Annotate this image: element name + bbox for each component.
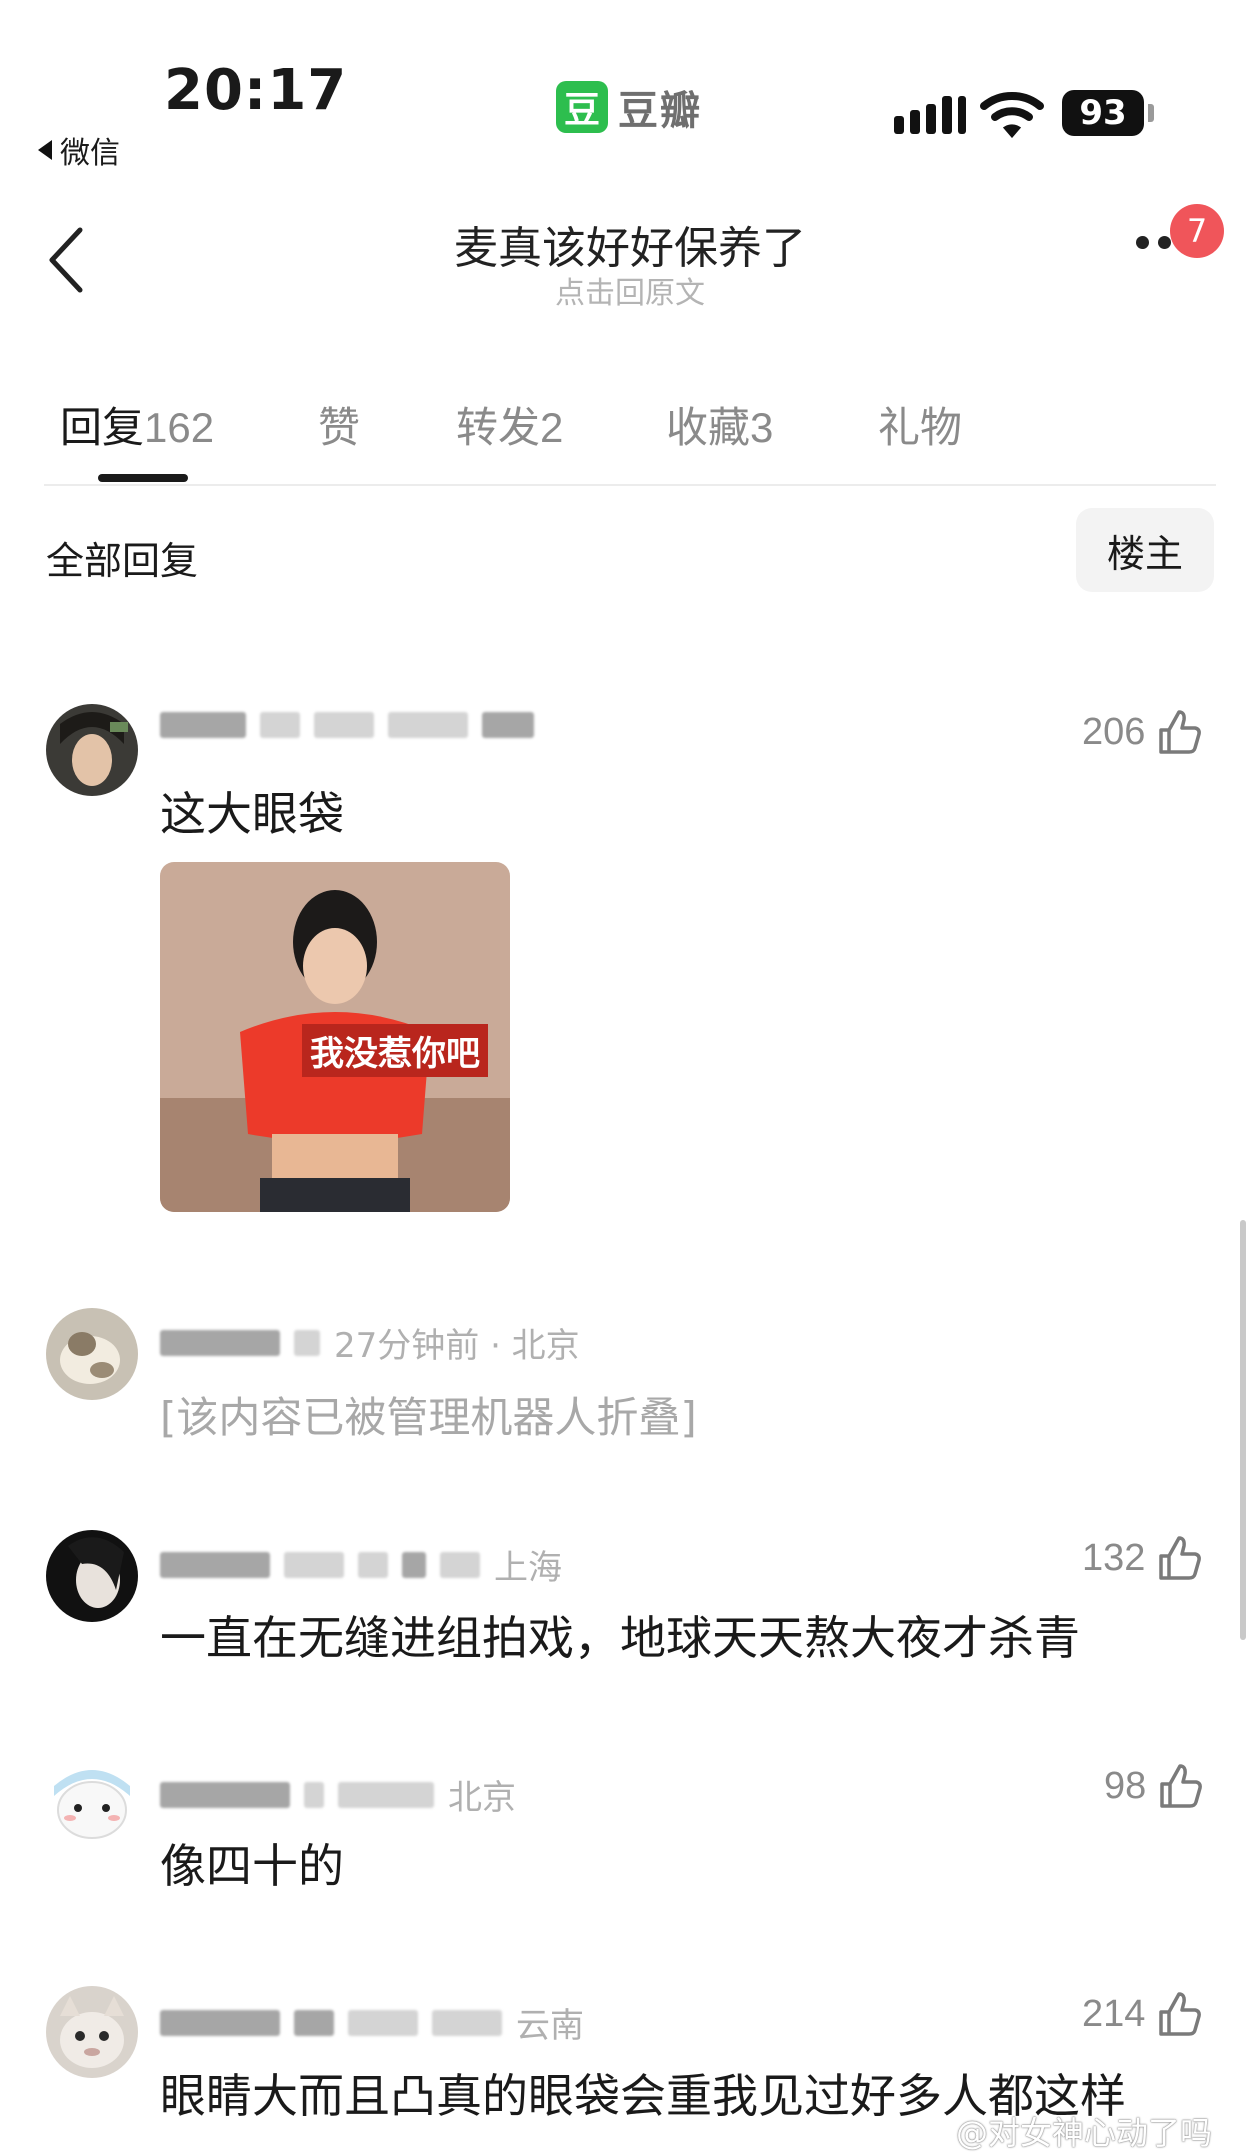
- comment-time-location: 27分钟前 · 北京: [334, 1326, 580, 1366]
- tab-divider: [44, 484, 1216, 486]
- wifi-icon: [980, 92, 1044, 138]
- comment-image[interactable]: 我没惹你吧: [160, 862, 510, 1212]
- comment-location: 上海: [494, 1548, 562, 1588]
- scrollbar[interactable]: [1240, 1220, 1246, 1640]
- comment-meta: [160, 712, 534, 738]
- thumb-up-icon: [1160, 1764, 1203, 1808]
- comment-meta: 北京: [160, 1770, 516, 1819]
- tab-count: 3: [750, 404, 774, 451]
- active-tab-indicator: [98, 474, 188, 482]
- tab-label: 礼物: [878, 403, 963, 452]
- like-count: 98: [1104, 1764, 1147, 1807]
- signal-icon: [894, 96, 966, 134]
- post-title[interactable]: 麦真该好好保养了: [0, 212, 1260, 276]
- avatar[interactable]: [46, 1530, 138, 1622]
- tab-label: 收藏: [666, 403, 751, 452]
- comment-location: 云南: [516, 2006, 584, 2046]
- tab-label: 回复: [60, 403, 145, 452]
- owner-only-button[interactable]: 楼主: [1076, 508, 1214, 592]
- like-count: 214: [1082, 1992, 1146, 2035]
- avatar[interactable]: [46, 1308, 138, 1400]
- avatar[interactable]: [46, 1756, 138, 1848]
- app-name: 豆瓣: [618, 88, 702, 134]
- back-to-app-link[interactable]: 微信: [38, 128, 120, 172]
- comment-body: 这大眼袋: [160, 787, 344, 841]
- tab-count: 162: [144, 404, 215, 451]
- notification-badge: 7: [1170, 204, 1224, 258]
- comment-body: 像四十的: [160, 1839, 344, 1893]
- tab-count: 2: [540, 404, 564, 451]
- battery-tip: [1148, 104, 1154, 122]
- like-button[interactable]: 206: [1082, 708, 1203, 756]
- comment-location: 北京: [448, 1778, 516, 1818]
- like-button[interactable]: 214: [1082, 1990, 1203, 2038]
- tab-label: 赞: [318, 403, 361, 452]
- comment-meta: 云南: [160, 1998, 584, 2047]
- all-replies-label[interactable]: 全部回复: [46, 530, 198, 585]
- douban-logo-icon: 豆: [556, 81, 608, 133]
- avatar[interactable]: [46, 1986, 138, 2078]
- comment-body: 一直在无缝进组拍戏，地球天天熬大夜才杀青: [160, 1611, 1080, 1665]
- tab-likes[interactable]: 赞: [318, 394, 360, 455]
- back-to-original-link[interactable]: 点击回原文: [0, 268, 1260, 312]
- battery-icon: 93: [1062, 90, 1144, 136]
- back-triangle-icon: [38, 140, 52, 160]
- comment-meta: 上海: [160, 1540, 562, 1589]
- watermark: @对女神心动了吗: [956, 2114, 1213, 2152]
- thumb-up-icon: [1159, 1992, 1202, 2036]
- thumb-up-icon: [1159, 1536, 1202, 1580]
- comment-meta: 27分钟前 · 北京: [160, 1318, 580, 1367]
- tab-reposts[interactable]: 转发2: [456, 394, 563, 455]
- like-count: 132: [1082, 1536, 1146, 1579]
- back-app-label: 微信: [60, 136, 120, 171]
- folded-comment[interactable]: [该内容已被管理机器人折叠]: [160, 1384, 697, 1445]
- tab-replies[interactable]: 回复162: [60, 394, 214, 455]
- tab-gifts[interactable]: 礼物: [878, 394, 962, 455]
- like-button[interactable]: 98: [1104, 1762, 1204, 1810]
- like-button[interactable]: 132: [1082, 1534, 1203, 1582]
- app-badge: 豆 豆瓣: [556, 78, 702, 136]
- tab-collections[interactable]: 收藏3: [666, 394, 773, 455]
- status-time: 20:17: [164, 58, 348, 123]
- tab-label: 转发: [456, 403, 541, 452]
- like-count: 206: [1082, 710, 1146, 753]
- thumb-up-icon: [1159, 710, 1202, 754]
- avatar[interactable]: [46, 704, 138, 796]
- image-caption: 我没惹你吧: [302, 1024, 488, 1077]
